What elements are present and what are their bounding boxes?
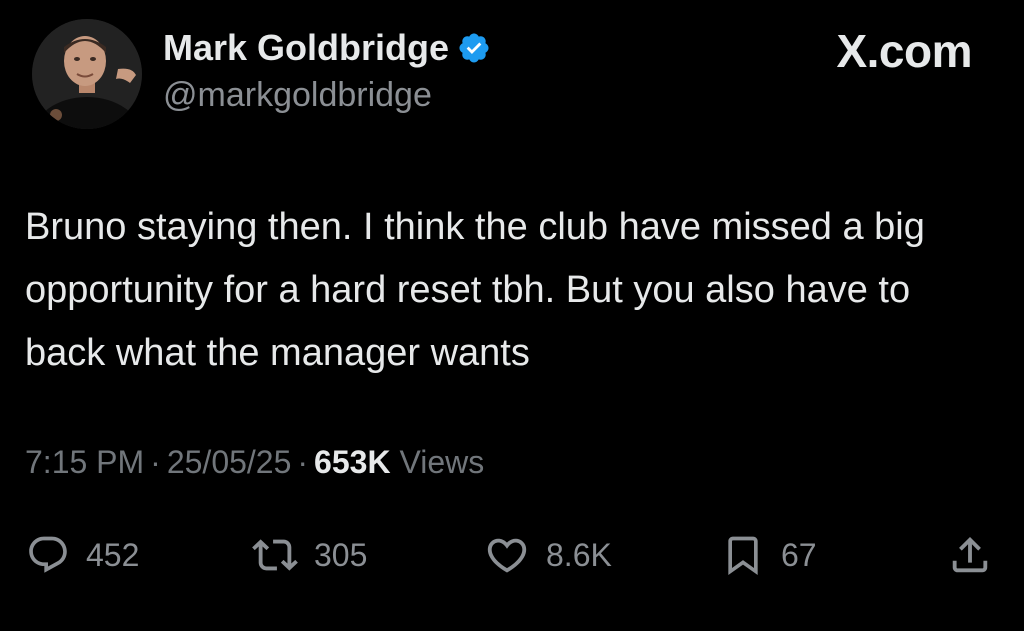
avatar[interactable] (32, 19, 142, 129)
heart-icon (484, 532, 530, 578)
views-label: Views (399, 444, 485, 480)
reply-button[interactable]: 452 (26, 530, 139, 580)
like-button[interactable]: 8.6K (484, 530, 612, 580)
repost-icon (252, 532, 298, 578)
bookmark-count: 67 (781, 536, 817, 573)
like-count: 8.6K (546, 536, 612, 573)
tweet-meta: 7:15 PM · 25/05/25 · 653K Views (25, 444, 484, 481)
reply-count: 452 (86, 536, 140, 573)
reply-icon (26, 533, 70, 577)
author-name-row[interactable]: Mark Goldbridge (163, 27, 491, 69)
meta-separator: · (297, 444, 309, 480)
verified-badge-icon (457, 31, 491, 65)
bookmark-button[interactable]: 67 (721, 530, 817, 580)
tweet-time[interactable]: 7:15 PM (25, 444, 144, 480)
share-button[interactable] (947, 530, 993, 580)
brand-watermark: X.com (836, 25, 972, 77)
tweet-text: Bruno staying then. I think the club hav… (25, 206, 925, 374)
share-icon (947, 532, 993, 578)
views-count: 653K (314, 444, 391, 480)
meta-separator: · (150, 444, 161, 480)
repost-button[interactable]: 305 (252, 530, 367, 580)
repost-count: 305 (314, 536, 368, 573)
bookmark-icon (721, 533, 765, 577)
tweet-date[interactable]: 25/05/25 (167, 444, 292, 480)
author-handle[interactable]: @markgoldbridge (163, 76, 432, 115)
author-name[interactable]: Mark Goldbridge (163, 27, 449, 69)
